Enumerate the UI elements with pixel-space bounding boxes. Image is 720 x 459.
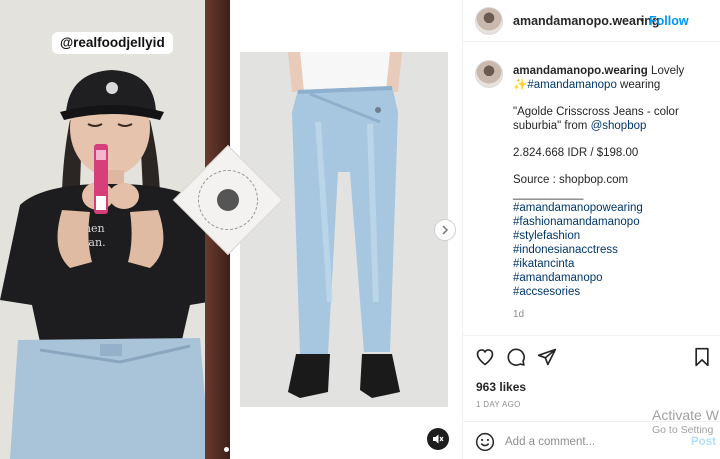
separator-dot: • <box>640 13 645 27</box>
source-text: Source : shopbop.com <box>513 174 629 186</box>
price-text: 2.824.668 IDR / $198.00 <box>513 147 639 159</box>
caption-age[interactable]: 1d <box>513 308 713 322</box>
header-username[interactable]: amandamanopo.wearing <box>513 14 660 28</box>
likes-count[interactable]: 963 likes <box>476 380 526 394</box>
caption-divider: ___________ <box>513 188 584 200</box>
caption-avatar[interactable] <box>475 60 503 88</box>
post-side-panel: amandamanopo.wearing • Follow amandamano… <box>462 0 720 459</box>
post-button[interactable]: Post <box>691 436 716 448</box>
brand-sticker-badge <box>198 170 258 230</box>
action-bar <box>463 346 720 370</box>
caption-mention[interactable]: #amandamanopo <box>527 79 617 91</box>
woman-illustration: n men man. <box>0 0 230 459</box>
carousel-next-button[interactable] <box>434 219 456 241</box>
caption-intro-suffix: wearing <box>620 79 661 91</box>
save-button[interactable] <box>691 346 713 368</box>
shop-mention[interactable]: @shopbop <box>591 120 647 132</box>
hashtag[interactable]: #stylefashion <box>513 229 713 243</box>
caption-intro: Lovely <box>651 65 685 77</box>
like-button[interactable] <box>474 346 496 368</box>
media-photo-woman: n men man. @realfoodjellyid <box>0 0 230 459</box>
comment-button[interactable] <box>505 346 527 368</box>
hashtag[interactable]: #accsesories <box>513 285 713 299</box>
mention-tag[interactable]: @realfoodjellyid <box>52 32 173 54</box>
caption-text: amandamanopo.wearing Lovely ✨#amandamano… <box>513 64 713 322</box>
jeans-illustration <box>240 52 448 407</box>
hashtag[interactable]: #ikatancinta <box>513 257 713 271</box>
sticker-avatar <box>217 189 239 211</box>
follow-button[interactable]: Follow <box>649 14 689 28</box>
posted-time[interactable]: 1 DAY AGO <box>476 400 521 409</box>
post-header: amandamanopo.wearing • Follow <box>463 0 720 42</box>
comment-input[interactable] <box>505 434 655 450</box>
media-photo-jeans <box>240 52 448 407</box>
share-icon <box>537 348 557 366</box>
share-button[interactable] <box>536 346 558 368</box>
speaker-muted-icon <box>433 434 444 444</box>
mute-button[interactable] <box>427 428 449 450</box>
emoji-icon[interactable] <box>475 432 495 452</box>
hashtag[interactable]: #fashionamandamanopo <box>513 215 713 229</box>
hashtag[interactable]: #amandamanopowearing <box>513 201 713 215</box>
avatar[interactable] <box>475 7 503 35</box>
chevron-right-icon <box>442 225 449 235</box>
caption-username[interactable]: amandamanopo.wearing <box>513 65 648 77</box>
post-media[interactable]: n men man. @realfoodjellyid <box>0 0 462 459</box>
hashtag[interactable]: #amandamanopo <box>513 271 713 285</box>
comment-bar: Post <box>463 421 720 459</box>
hashtag[interactable]: #indonesianacctress <box>513 243 713 257</box>
heart-icon <box>476 349 494 366</box>
caption-section: amandamanopo.wearing Lovely ✨#amandamano… <box>463 42 720 336</box>
bookmark-icon <box>695 347 709 367</box>
carousel-indicator <box>224 447 229 452</box>
sparkle-emoji: ✨ <box>513 79 528 91</box>
comment-icon <box>507 348 525 366</box>
